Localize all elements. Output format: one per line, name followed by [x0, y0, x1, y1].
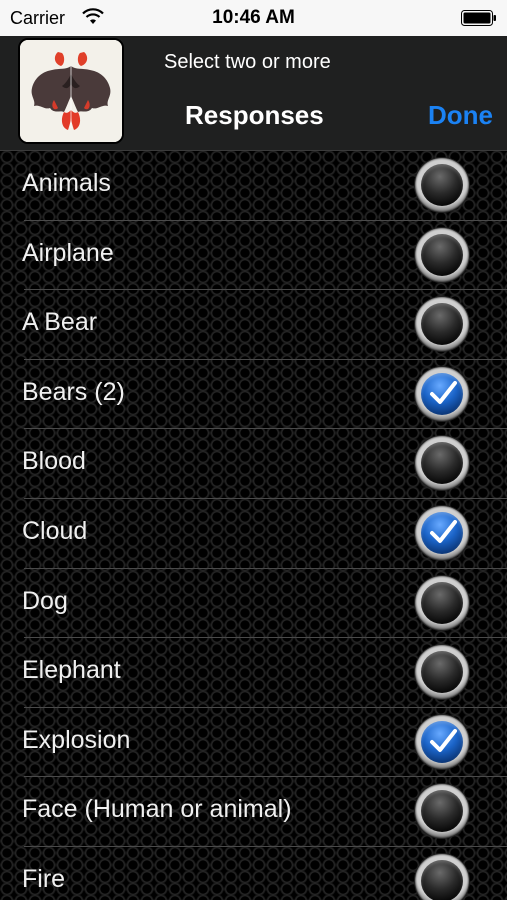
- list-item-label: Dog: [22, 586, 68, 615]
- list-item[interactable]: Animals: [22, 151, 507, 221]
- radio-button[interactable]: [415, 297, 469, 352]
- list-item[interactable]: Airplane: [22, 221, 507, 291]
- header: Select two or more Responses Done: [0, 36, 507, 151]
- list-item-label: Fire: [22, 864, 66, 893]
- radio-button[interactable]: [415, 158, 469, 212]
- list-item-label: Airplane: [22, 238, 114, 267]
- header-subtitle: Select two or more: [164, 51, 331, 73]
- checkmark-icon: [430, 728, 457, 752]
- status-bar: Carrier 10:46 AM: [0, 0, 507, 36]
- list-item[interactable]: Explosion: [22, 708, 507, 778]
- radio-button-checked[interactable]: [415, 366, 469, 421]
- list-item[interactable]: A Bear: [22, 290, 507, 360]
- battery-icon: [461, 10, 496, 26]
- radio-button-checked[interactable]: [415, 505, 469, 560]
- list-item[interactable]: Face (Human or animal): [22, 777, 507, 847]
- list-item-label: A Bear: [22, 308, 98, 337]
- radio-button[interactable]: [415, 853, 469, 900]
- list-item[interactable]: Cloud: [22, 499, 507, 569]
- done-button[interactable]: Done: [428, 100, 493, 131]
- list-item-label: Elephant: [22, 656, 121, 685]
- list-item-label: Blood: [22, 447, 86, 476]
- inkblot-thumbnail: [18, 38, 124, 144]
- list-item-label: Explosion: [22, 725, 131, 754]
- list-item-label: Cloud: [22, 516, 88, 545]
- list-item[interactable]: Blood: [22, 429, 507, 499]
- list-item[interactable]: Bears (2): [22, 360, 507, 430]
- radio-button[interactable]: [415, 784, 469, 839]
- radio-button[interactable]: [415, 575, 469, 630]
- list-item[interactable]: Fire: [22, 847, 507, 900]
- list-item[interactable]: Elephant: [22, 638, 507, 708]
- clock: 10:46 AM: [212, 7, 295, 28]
- checkmark-icon: [430, 380, 457, 404]
- radio-button[interactable]: [415, 227, 469, 282]
- radio-button-checked[interactable]: [415, 714, 469, 769]
- list-item-label: Animals: [22, 169, 111, 197]
- page-title: Responses: [185, 100, 324, 130]
- responses-list: Animals Airplane A Bear Bears (2) Blood …: [0, 151, 507, 900]
- inkblot-image: [20, 40, 122, 142]
- checkmark-icon: [430, 519, 457, 543]
- radio-button[interactable]: [415, 436, 469, 491]
- list-item-label: Face (Human or animal): [22, 795, 292, 824]
- list-item[interactable]: Dog: [22, 569, 507, 639]
- list-item-label: Bears (2): [22, 377, 125, 406]
- radio-button[interactable]: [415, 645, 469, 700]
